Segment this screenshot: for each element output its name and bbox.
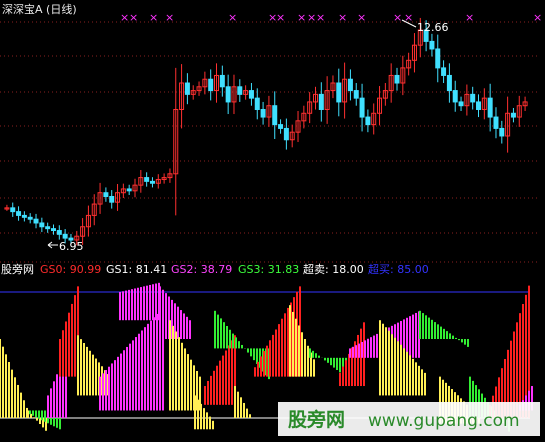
- candle-body: [394, 74, 400, 84]
- candle-body: [144, 177, 150, 182]
- candle-body: [184, 82, 190, 95]
- candle-body: [56, 230, 62, 235]
- candle-body: [45, 226, 51, 230]
- indicator-name: 股旁网: [1, 262, 34, 276]
- candle-body: [50, 228, 56, 232]
- low-price-label: 6.95: [59, 240, 84, 253]
- candle-body: [126, 188, 132, 192]
- candle-body: [493, 116, 499, 129]
- signal-cross: ×: [129, 11, 138, 24]
- candle-body: [441, 67, 447, 76]
- candle-body: [359, 97, 365, 118]
- candle-body: [499, 127, 505, 137]
- legend-gs2: GS2: 38.79: [171, 263, 232, 276]
- signal-cross: ×: [276, 11, 285, 24]
- candle-body: [21, 214, 27, 218]
- legend-gs1: GS1: 81.41: [106, 263, 167, 276]
- candle-body: [254, 97, 260, 110]
- candle-body: [278, 124, 284, 129]
- signal-crosses: × × × × × ×× × × × × × × × × ×: [120, 11, 542, 24]
- legend-overbought: 超买: 85.00: [368, 262, 429, 276]
- legend-gs0: GS0: 90.99: [40, 263, 101, 276]
- signal-cross: ×: [149, 11, 158, 24]
- candle-body: [283, 127, 289, 141]
- indicator-legend: 股旁网 GS0: 90.99 GS1: 81.41 GS2: 38.79 GS3…: [1, 262, 429, 276]
- signal-cross: ×: [307, 11, 316, 24]
- candle-body: [27, 216, 33, 220]
- candle-body: [149, 180, 155, 184]
- candle-body: [446, 74, 452, 92]
- candle-body: [62, 233, 68, 239]
- signal-cross: ×: [165, 11, 174, 24]
- candle-body: [347, 78, 353, 92]
- stock-chart: × × × × × ×× × × × × × × × × × 深深宝A (日线) 12.66 6.95 股旁…: [0, 2, 542, 436]
- candle-body: [272, 105, 278, 126]
- price-gridlines: [0, 21, 540, 263]
- legend-oversold: 超卖: 18.00: [303, 262, 364, 276]
- signal-cross: ×: [228, 11, 237, 24]
- signal-cross: ×: [357, 11, 366, 24]
- signal-cross: ×: [393, 11, 402, 24]
- signal-cross: ×: [297, 11, 306, 24]
- candle-body: [219, 74, 225, 88]
- signal-cross: ×: [338, 11, 347, 24]
- signal-cross: ×: [120, 11, 129, 24]
- candle-body: [33, 218, 39, 224]
- candle-body: [260, 108, 266, 118]
- candle-body: [16, 211, 22, 216]
- candle-body: [510, 112, 516, 118]
- candle-body: [336, 82, 342, 103]
- candlesticks: [4, 17, 528, 246]
- candle-body: [248, 90, 254, 99]
- candle-body: [237, 86, 243, 95]
- chart-title: 深深宝A (日线): [2, 2, 77, 16]
- candle-body: [39, 222, 45, 228]
- candle-body: [225, 86, 231, 103]
- candle-body: [452, 90, 458, 103]
- candle-body: [208, 78, 214, 92]
- signal-cross: ×: [316, 11, 325, 24]
- candle-body: [476, 101, 482, 110]
- high-price-label: 12.66: [417, 21, 449, 34]
- candle-body: [487, 97, 493, 118]
- signal-cross: ×: [465, 11, 474, 24]
- candle-body: [353, 90, 359, 99]
- candle-body: [109, 195, 115, 203]
- candle-body: [429, 40, 435, 50]
- watermark-url: www.gupang.com: [368, 411, 520, 431]
- legend-gs3: GS3: 31.83: [238, 263, 299, 276]
- signal-cross: ×: [533, 11, 542, 24]
- watermark: 股旁网 www.gupang.com: [278, 402, 540, 436]
- candle-body: [318, 93, 324, 110]
- candle-body: [470, 93, 476, 103]
- low-marker: 6.95: [47, 240, 84, 253]
- candle-body: [103, 192, 109, 197]
- candle-body: [10, 207, 16, 213]
- candle-body: [435, 48, 441, 69]
- candle-body: [365, 116, 371, 126]
- watermark-name: 股旁网: [288, 408, 345, 431]
- candle-body: [458, 101, 464, 107]
